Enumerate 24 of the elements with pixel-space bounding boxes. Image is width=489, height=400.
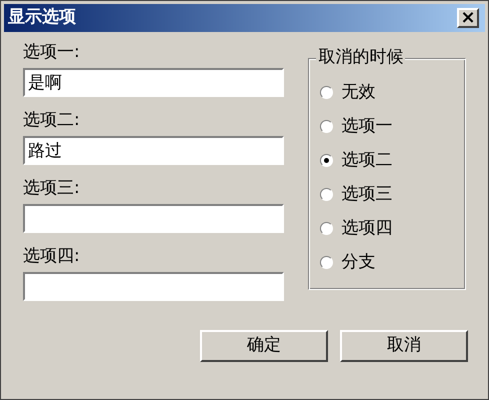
radio-button[interactable] <box>320 222 334 235</box>
text-field[interactable]: 路过 <box>23 136 284 165</box>
dialog-button[interactable]: 取消 <box>340 330 468 362</box>
field-label: 选项二: <box>23 109 81 132</box>
radio-option[interactable]: 分支 <box>320 250 392 275</box>
radio-button[interactable] <box>320 154 334 167</box>
text-field[interactable]: 是啊 <box>23 68 284 97</box>
text-field[interactable] <box>23 204 284 233</box>
text-field[interactable] <box>23 272 284 301</box>
radio-option[interactable]: 选项四 <box>320 216 392 241</box>
radio-button[interactable] <box>320 188 334 201</box>
close-button[interactable]: × <box>457 8 479 28</box>
radio-option[interactable]: 选项一 <box>320 114 392 139</box>
field-label: 选项一: <box>23 41 81 64</box>
dialog-button[interactable]: 确定 <box>200 330 328 362</box>
radio-button[interactable] <box>320 256 334 269</box>
radio-option[interactable]: 选项三 <box>320 182 392 207</box>
window-title: 显示选项 <box>8 6 76 30</box>
radio-option[interactable]: 无效 <box>320 80 392 105</box>
field-label: 选项三: <box>23 177 81 200</box>
radio-button[interactable] <box>320 120 334 133</box>
radio-option[interactable]: 选项二 <box>320 148 392 173</box>
radio-button[interactable] <box>320 86 334 99</box>
field-label: 选项四: <box>23 245 81 268</box>
